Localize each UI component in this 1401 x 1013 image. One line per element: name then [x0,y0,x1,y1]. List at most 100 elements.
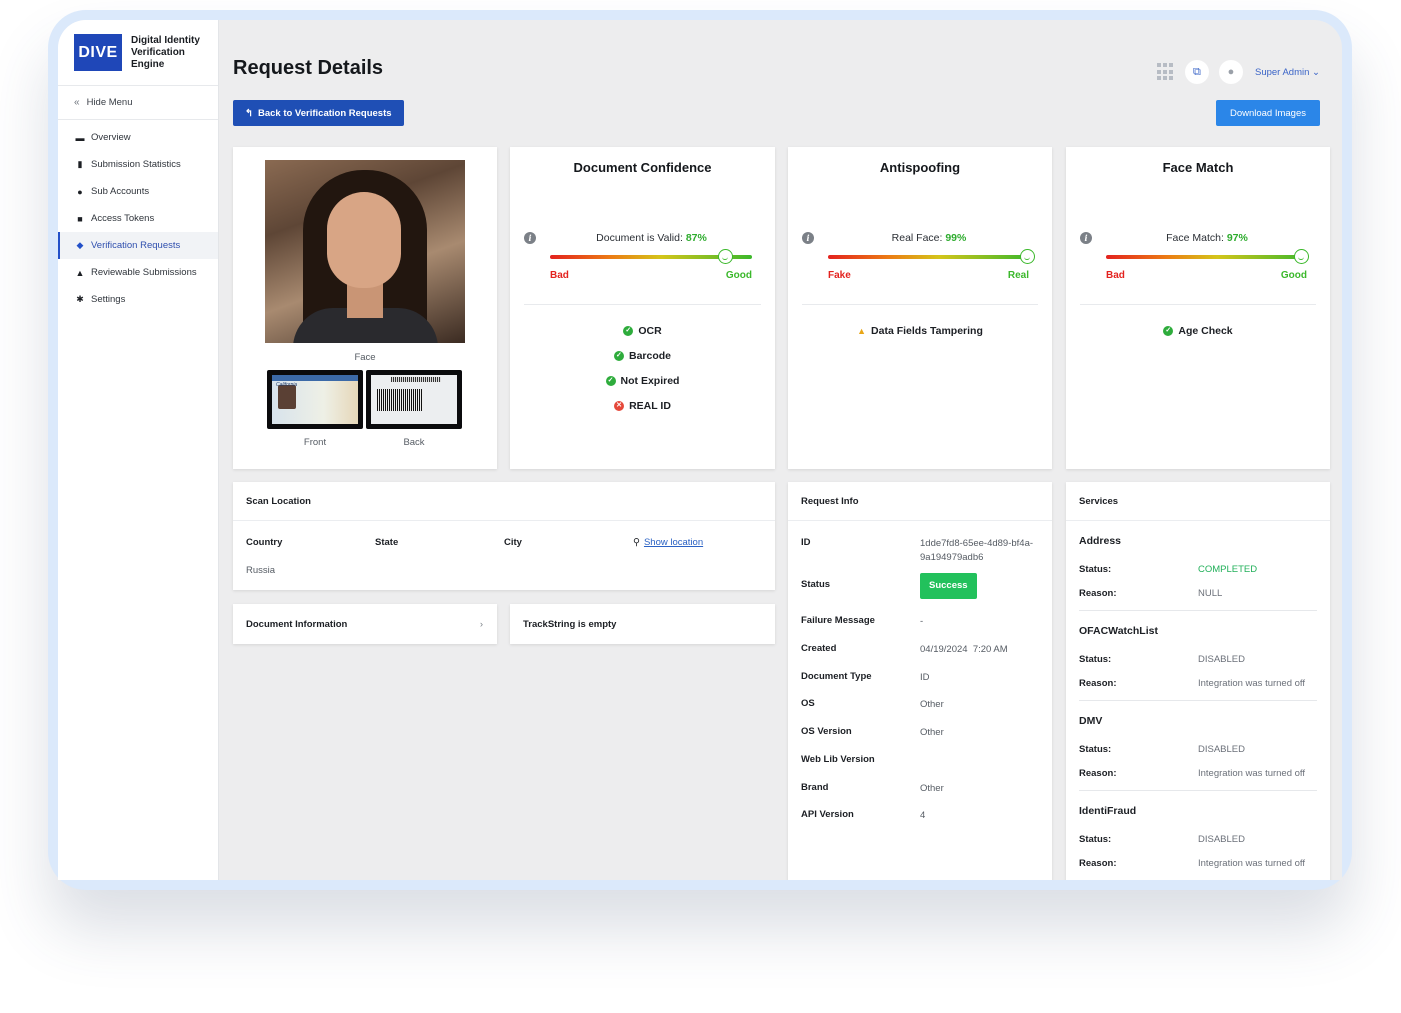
service-status: DISABLED [1198,834,1245,845]
check-circle-icon: ✓ [1163,325,1174,336]
show-location-link[interactable]: ⚲ Show location [633,537,703,548]
sidebar-item-label: Sub Accounts [91,186,150,197]
score-text: Face Match: [1166,232,1224,244]
service-dmv: DMV Status: DISABLED Reason: Integration w… [1079,715,1317,791]
id-back-thumbnail[interactable] [366,370,462,429]
service-address: Address Status: COMPLETED Reason: NULL [1079,535,1317,611]
request-info-card: Request Info ID 1dde7fd8-65ee-4d89-bf4a-9… [788,482,1052,880]
bar-chart-icon: ▮ [77,159,83,169]
check-label: REAL ID [629,399,671,412]
avatar[interactable]: ● [1218,60,1243,84]
info-icon[interactable]: i [524,232,536,244]
sidebar-item-label: Settings [91,294,126,305]
card-title: Document Confidence [573,160,712,175]
hide-menu-button[interactable]: « Hide Menu [58,86,218,120]
score-label: Face Match: 97% [1096,232,1318,244]
section-title: Request Info [788,482,1052,521]
lock-icon: ■ [77,213,83,224]
app-screen: DIVE Digital Identity Verification Engin… [58,20,1342,880]
reason-label: Reason: [1079,678,1117,689]
info-key: API Version [801,809,854,820]
score-gauge [828,249,1036,264]
face-photo[interactable] [265,160,465,343]
download-images-button[interactable]: Download Images [1215,100,1320,126]
service-status: COMPLETED [1198,564,1258,575]
back-to-requests-button[interactable]: ↰ Back to Verification Requests [233,100,404,126]
antispoofing-card: Antispoofing i Real Face: 99% Fake Real … [788,147,1052,469]
drop-icon: ◆ [76,240,84,250]
main-content: Request Details ⧉ ● Super Admin ⌄ ↰ Back… [219,20,1342,880]
sidebar-item-submission-statistics[interactable]: ▮ Submission Statistics [58,151,218,178]
sidebar: DIVE Digital Identity Verification Engin… [58,20,219,880]
check-item: ✓ OCR [510,318,775,343]
info-icon[interactable]: i [1080,232,1092,244]
gauge-right-label: Good [1280,270,1307,281]
document-information-card[interactable]: Document Information › [233,604,497,644]
info-key: OS Version [801,726,852,737]
info-key: Brand [801,782,829,793]
info-key: Web Lib Version [801,754,875,765]
reason-label: Reason: [1079,588,1117,599]
check-list: ✓ Age Check [1066,318,1330,343]
gauge-right-label: Good [725,270,752,281]
check-item: ✓ Age Check [1066,318,1330,343]
service-reason: Integration was turned off [1198,858,1306,869]
service-name: OFACWatchList [1079,625,1158,637]
user-menu[interactable]: Super Admin ⌄ [1255,67,1320,78]
overview-icon: ▬ [75,132,85,143]
service-status: DISABLED [1198,654,1245,665]
sidebar-item-settings[interactable]: ✱ Settings [58,286,218,313]
check-item: ▲ Data Fields Tampering [788,318,1052,343]
sidebar-item-access-tokens[interactable]: ■ Access Tokens [58,205,218,232]
check-label: Age Check [1178,324,1233,337]
country-label: Country [246,537,283,548]
service-ofacwatchlist: OFACWatchList Status: DISABLED Reason: Int… [1079,625,1317,701]
gauge-right-label: Real [1007,270,1029,281]
check-circle-icon: ✓ [623,325,634,336]
gear-icon: ✱ [76,294,84,304]
info-value: - [920,616,924,627]
chevron-right-icon: › [479,618,483,630]
apps-grid-icon[interactable] [1156,63,1175,81]
images-card: Face California Front Back [233,147,497,469]
sidebar-item-overview[interactable]: ▬ Overview [58,124,218,151]
check-circle-icon: ✓ [605,375,616,386]
check-item: ✓ Not Expired [510,368,775,393]
sidebar-item-reviewable-submissions[interactable]: ▲ Reviewable Submissions [58,259,218,286]
id-state-text: California [276,382,298,388]
info-key: OS [801,698,815,709]
smiley-icon [1294,249,1310,264]
reason-label: Reason: [1079,858,1117,869]
hide-menu-label: Hide Menu [86,97,133,108]
users-icon: ● [77,186,83,197]
status-label: Status: [1079,654,1112,665]
back-label: Back [403,437,425,448]
scan-location-card: Scan Location Country State City ⚲ Show l… [233,482,775,590]
card-title: Face Match [1162,160,1234,175]
chevron-down-icon: ⌄ [1312,66,1320,78]
service-reason: Integration was turned off [1198,768,1306,779]
brand-logo: DIVE [74,34,122,71]
score-percent: 97% [1226,232,1248,244]
city-label: City [504,537,522,548]
services-card: Services Address Status: COMPLETED Reason… [1066,482,1330,880]
sidebar-item-sub-accounts[interactable]: ● Sub Accounts [58,178,218,205]
status-label: Status: [1079,834,1112,845]
sidebar-nav: ▬ Overview ▮ Submission Statistics ● Sub… [58,120,218,313]
face-match-card: Face Match i Face Match: 97% Bad Good ✓ A… [1066,147,1330,469]
card-title: Antispoofing [879,160,961,175]
score-gauge [1106,249,1310,264]
check-item: ✓ Barcode [510,343,775,368]
face-label: Face [354,352,376,363]
device-frame: DIVE Digital Identity Verification Engin… [48,10,1352,890]
id-front-thumbnail[interactable]: California [267,370,363,429]
sidebar-item-verification-requests[interactable]: ◆ Verification Requests [58,232,218,259]
user-name: Super Admin [1254,66,1310,78]
check-label: Not Expired [620,374,680,387]
location-pin-icon: ⚲ [633,537,640,548]
warning-icon: ▲ [857,325,867,336]
document-search-icon[interactable]: ⧉ [1184,60,1209,84]
score-percent: 87% [685,232,707,244]
check-label: Data Fields Tampering [871,324,983,337]
info-icon[interactable]: i [802,232,814,244]
